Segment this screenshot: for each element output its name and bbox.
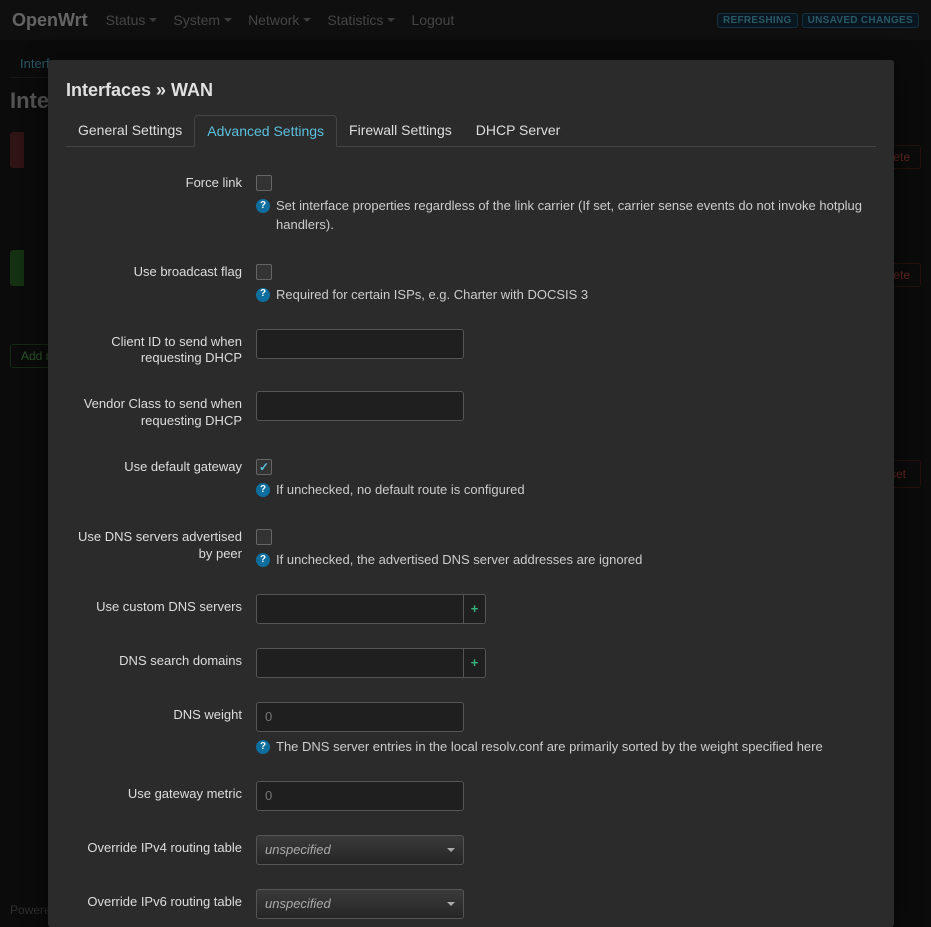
gateway-metric-label: Use gateway metric <box>66 781 256 803</box>
interface-edit-modal: Interfaces » WAN General Settings Advanc… <box>48 60 894 927</box>
client-id-input[interactable] <box>256 329 464 359</box>
client-id-label: Client ID to send when requesting DHCP <box>66 329 256 368</box>
default-gateway-checkbox[interactable] <box>256 459 272 475</box>
dns-peer-checkbox[interactable] <box>256 529 272 545</box>
gateway-metric-input[interactable] <box>256 781 464 811</box>
force-link-label: Force link <box>66 170 256 192</box>
broadcast-flag-label: Use broadcast flag <box>66 259 256 281</box>
ipv4-table-label: Override IPv4 routing table <box>66 835 256 857</box>
dns-weight-help: The DNS server entries in the local reso… <box>276 738 823 757</box>
tab-general-settings[interactable]: General Settings <box>66 115 194 146</box>
tab-dhcp-server[interactable]: DHCP Server <box>464 115 573 146</box>
custom-dns-label: Use custom DNS servers <box>66 594 256 616</box>
dns-search-label: DNS search domains <box>66 648 256 670</box>
vendor-class-label: Vendor Class to send when requesting DHC… <box>66 391 256 430</box>
broadcast-flag-checkbox[interactable] <box>256 264 272 280</box>
chevron-down-icon <box>447 902 455 906</box>
tab-advanced-settings[interactable]: Advanced Settings <box>194 115 337 147</box>
help-icon: ? <box>256 553 270 567</box>
custom-dns-input[interactable] <box>256 594 464 624</box>
broadcast-flag-help: Required for certain ISPs, e.g. Charter … <box>276 286 588 305</box>
help-icon: ? <box>256 199 270 213</box>
dns-peer-help: If unchecked, the advertised DNS server … <box>276 551 642 570</box>
dns-weight-input[interactable] <box>256 702 464 732</box>
dns-search-input[interactable] <box>256 648 464 678</box>
add-dns-button[interactable]: + <box>464 594 486 624</box>
ipv4-table-select[interactable]: unspecified <box>256 835 464 865</box>
dns-peer-label: Use DNS servers advertised by peer <box>66 524 256 563</box>
add-dns-search-button[interactable]: + <box>464 648 486 678</box>
help-icon: ? <box>256 740 270 754</box>
ipv6-table-select[interactable]: unspecified <box>256 889 464 919</box>
force-link-help: Set interface properties regardless of t… <box>276 197 876 235</box>
force-link-checkbox[interactable] <box>256 175 272 191</box>
chevron-down-icon <box>447 848 455 852</box>
default-gateway-help: If unchecked, no default route is config… <box>276 481 525 500</box>
vendor-class-input[interactable] <box>256 391 464 421</box>
ipv6-table-label: Override IPv6 routing table <box>66 889 256 911</box>
help-icon: ? <box>256 483 270 497</box>
help-icon: ? <box>256 288 270 302</box>
tab-firewall-settings[interactable]: Firewall Settings <box>337 115 464 146</box>
default-gateway-label: Use default gateway <box>66 454 256 476</box>
modal-tabs: General Settings Advanced Settings Firew… <box>66 115 876 147</box>
modal-title: Interfaces » WAN <box>66 80 876 101</box>
dns-weight-label: DNS weight <box>66 702 256 724</box>
